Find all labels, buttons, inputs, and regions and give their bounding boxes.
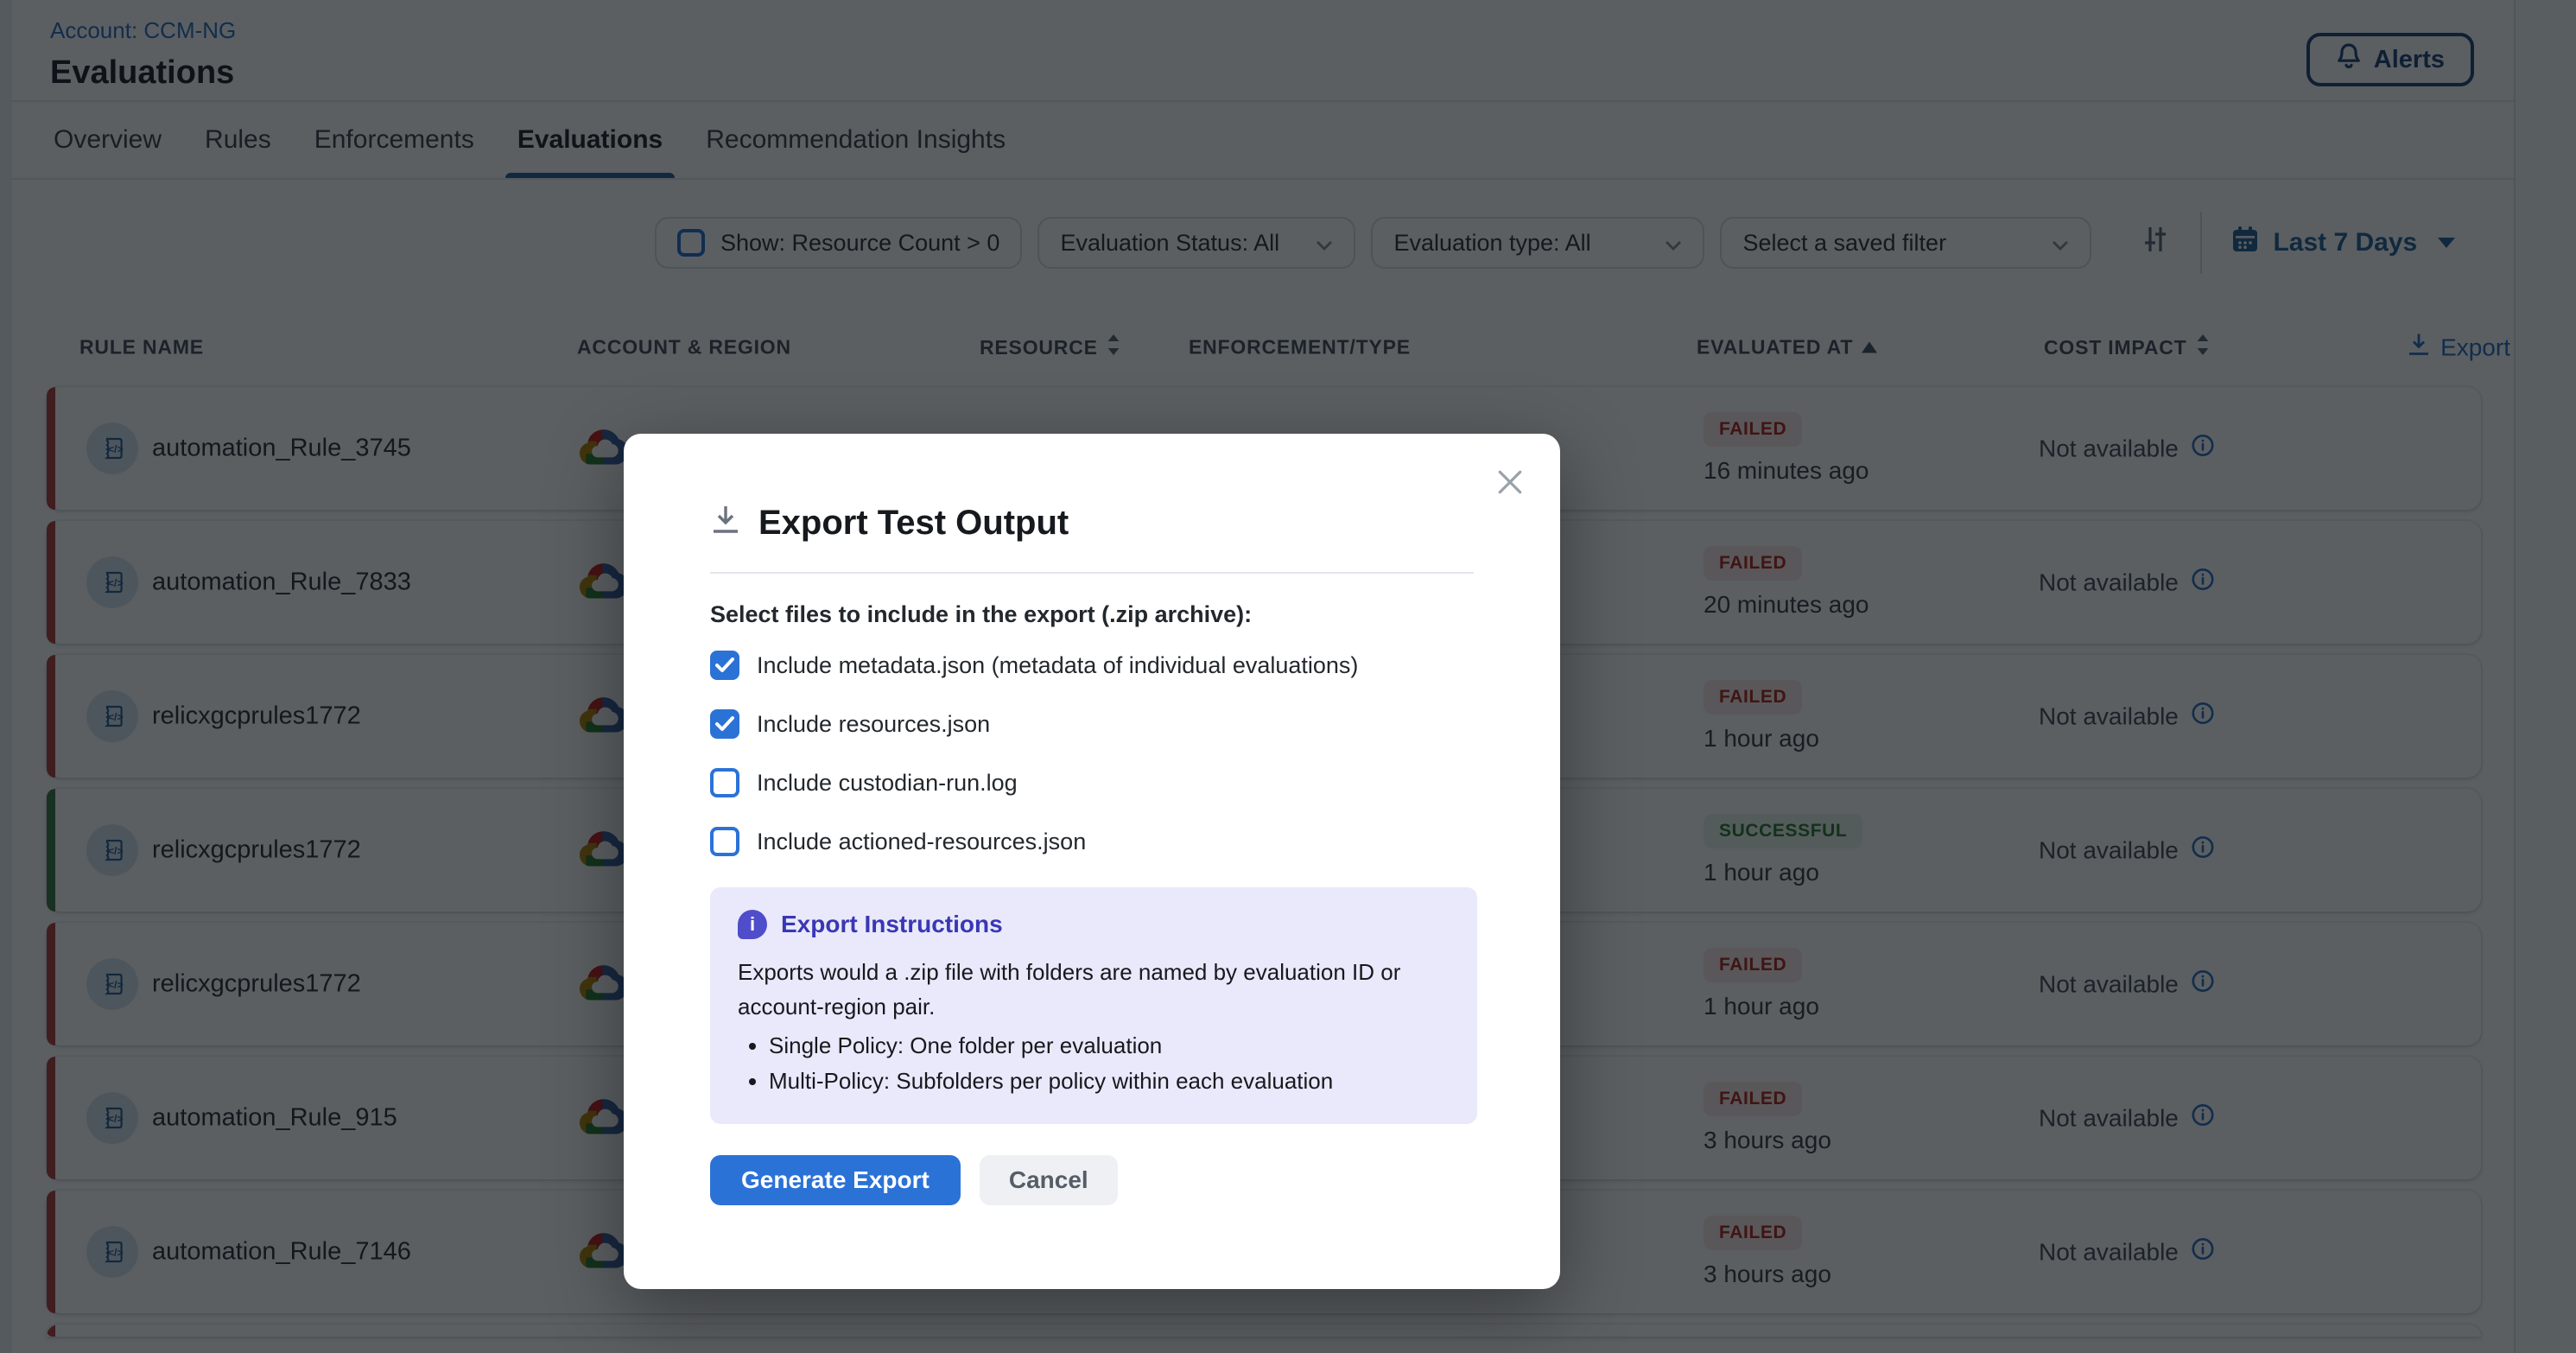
- instructions-body: Exports would a .zip file with folders a…: [738, 955, 1450, 1025]
- export-options: Include metadata.json (metadata of indiv…: [710, 651, 1474, 856]
- instructions-list: Single Policy: One folder per evaluation…: [738, 1028, 1450, 1100]
- generate-export-button[interactable]: Generate Export: [710, 1155, 961, 1205]
- cancel-button[interactable]: Cancel: [980, 1155, 1118, 1205]
- option-label: Include resources.json: [757, 711, 990, 738]
- instructions-bullet: Single Policy: One folder per evaluation: [769, 1028, 1450, 1064]
- option-label: Include custodian-run.log: [757, 770, 1018, 797]
- modal-divider: [710, 572, 1474, 574]
- option-label: Include metadata.json (metadata of indiv…: [757, 652, 1358, 679]
- select-files-label: Select files to include in the export (.…: [710, 601, 1474, 628]
- evaluations-page: Account: CCM-NG Evaluations Alerts Overv…: [0, 0, 2576, 1353]
- checkbox-unchecked-icon[interactable]: [710, 827, 739, 856]
- option-custodian-run-log[interactable]: Include custodian-run.log: [710, 768, 1474, 797]
- export-modal: Export Test Output Select files to inclu…: [624, 434, 1560, 1289]
- checkbox-unchecked-icon[interactable]: [710, 768, 739, 797]
- option-metadata-json[interactable]: Include metadata.json (metadata of indiv…: [710, 651, 1474, 680]
- checkbox-checked-icon[interactable]: [710, 651, 739, 680]
- modal-title: Export Test Output: [758, 504, 1069, 543]
- close-icon[interactable]: [1496, 468, 1524, 496]
- option-label: Include actioned-resources.json: [757, 829, 1086, 855]
- export-instructions-box: i Export Instructions Exports would a .z…: [710, 887, 1477, 1124]
- checkbox-checked-icon[interactable]: [710, 709, 739, 739]
- info-bubble-icon: i: [738, 910, 767, 939]
- instructions-bullet: Multi-Policy: Subfolders per policy with…: [769, 1064, 1450, 1100]
- download-icon: [710, 503, 741, 543]
- instructions-title: Export Instructions: [781, 911, 1003, 938]
- option-actioned-resources-json[interactable]: Include actioned-resources.json: [710, 827, 1474, 856]
- option-resources-json[interactable]: Include resources.json: [710, 709, 1474, 739]
